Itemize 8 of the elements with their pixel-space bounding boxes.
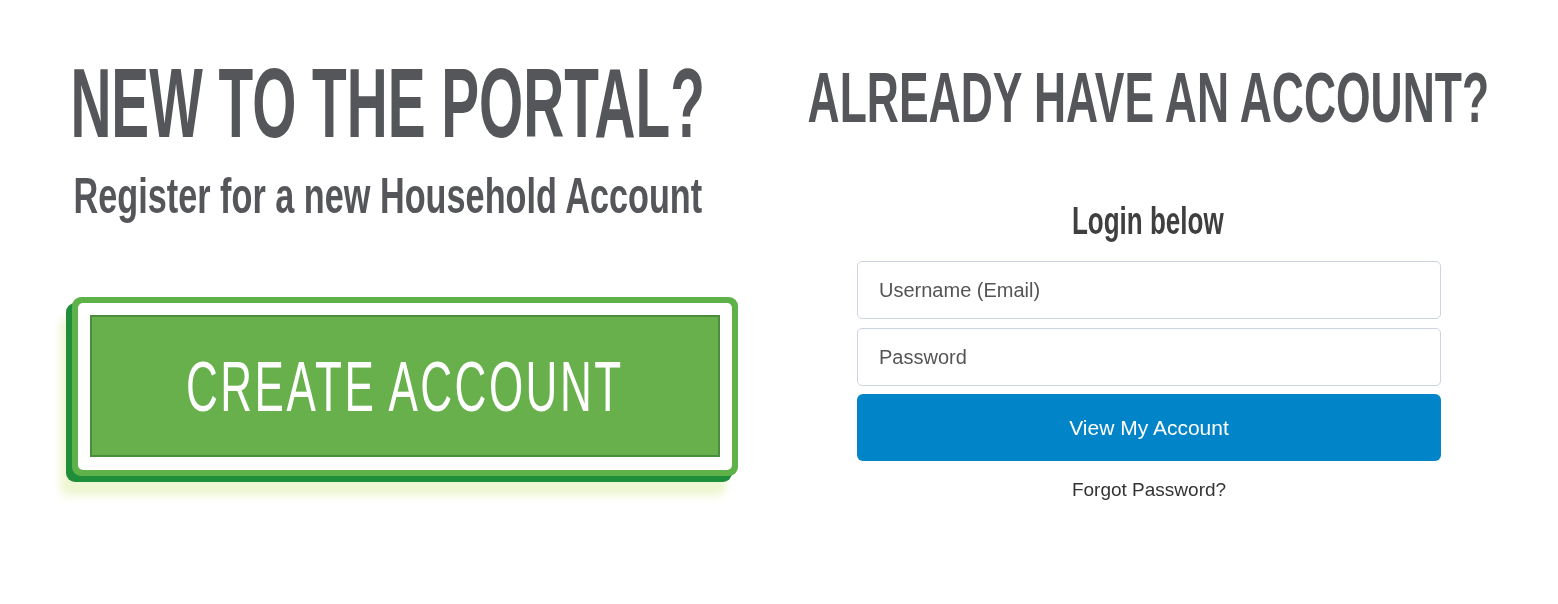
section-subheading: Register for a new Household Account [73, 171, 703, 221]
view-account-button[interactable]: View My Account [857, 394, 1441, 461]
login-prompt: Login below [1072, 202, 1224, 240]
forgot-password-link[interactable]: Forgot Password? [1071, 478, 1227, 502]
input-field[interactable]: Username (Email) [857, 261, 1441, 319]
input-field[interactable]: Password [857, 328, 1441, 386]
section-heading: ALREADY HAVE AN ACCOUNT? [807, 62, 1489, 133]
section-heading: NEW TO THE PORTAL? [70, 53, 706, 152]
